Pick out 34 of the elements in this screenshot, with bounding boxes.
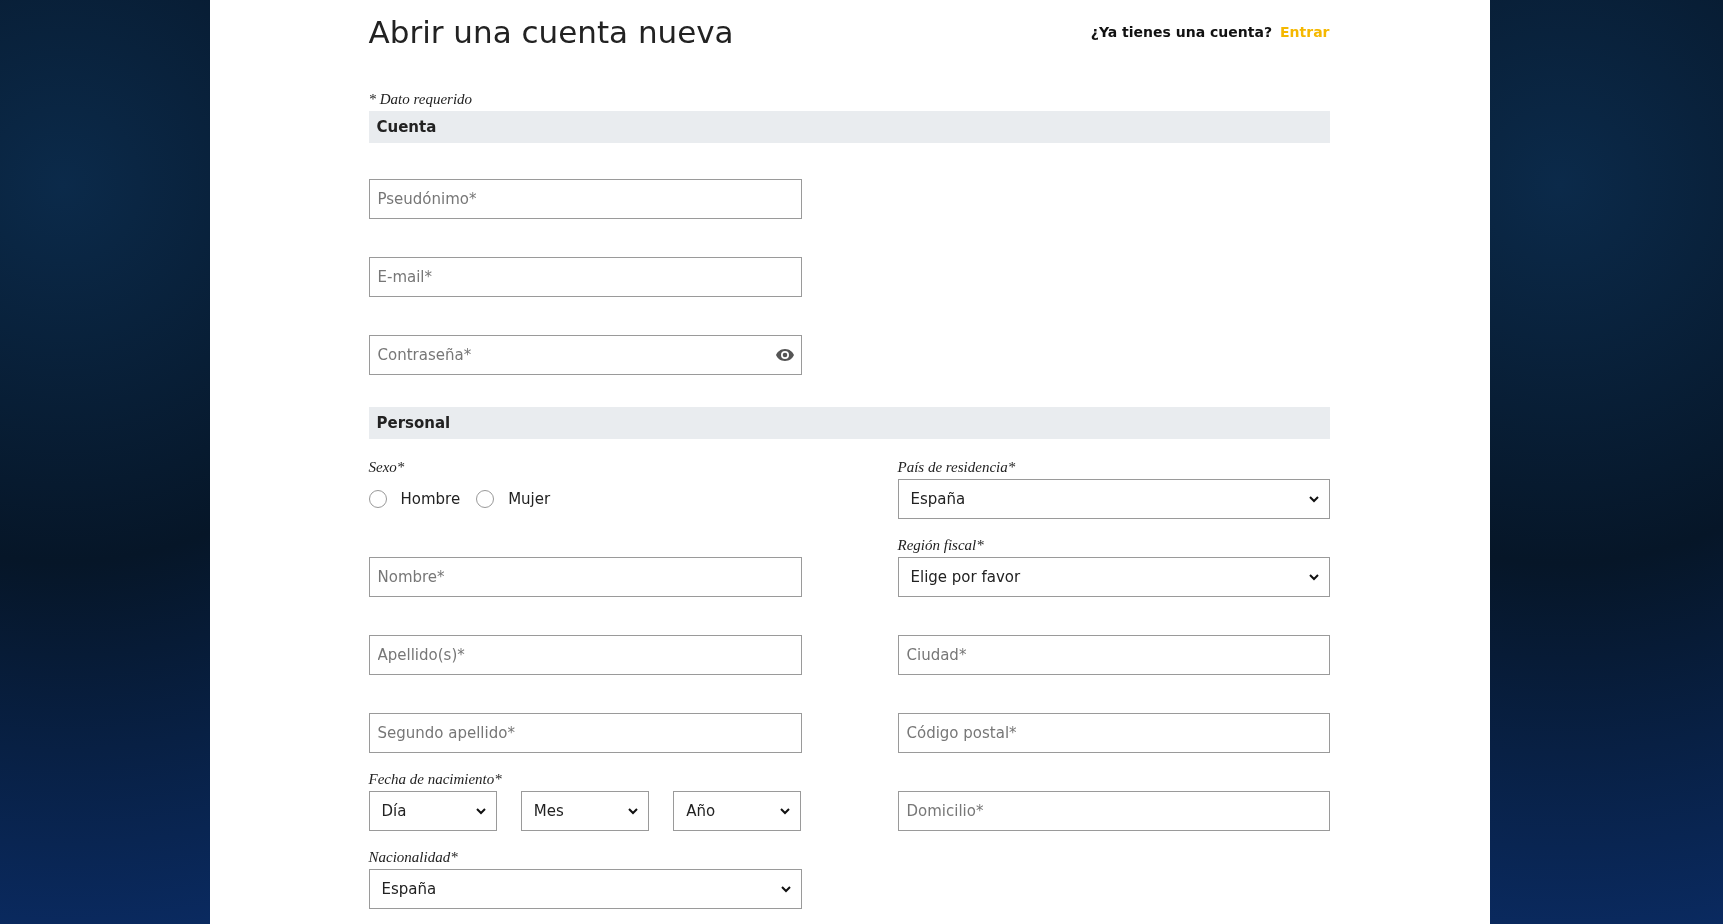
dropdown[interactable]: España <box>897 479 1330 519</box>
field-label: Región fiscal* <box>897 537 984 553</box>
dropdown[interactable]: Elige por favor <box>897 557 1330 597</box>
text-field[interactable]: Ciudad* <box>897 635 1330 675</box>
text-field[interactable]: Nombre* <box>368 557 802 597</box>
section-header: Cuenta <box>368 111 1330 143</box>
chevron-icon <box>1308 495 1319 503</box>
field-label: Fecha de nacimiento* <box>368 771 502 787</box>
dropdown[interactable]: España <box>368 869 802 909</box>
password-field[interactable]: Contraseña* <box>368 335 802 375</box>
field-label: Nacionalidad* <box>368 849 458 865</box>
chevron-icon <box>628 807 639 815</box>
chevron-icon <box>780 885 791 893</box>
eye-icon[interactable] <box>775 349 794 361</box>
chevron-icon <box>475 807 486 815</box>
text-field[interactable]: Segundo apellido* <box>368 713 802 753</box>
field-label: País de residencia* <box>897 459 1016 475</box>
text-field[interactable]: Apellido(s)* <box>368 635 802 675</box>
text-field[interactable]: Pseudónimo* <box>368 179 802 219</box>
chevron-icon <box>1308 573 1319 581</box>
radio-label[interactable]: Hombre <box>400 490 461 508</box>
dropdown[interactable]: Mes <box>520 791 650 831</box>
section-header: Personal <box>368 407 1330 439</box>
field-label: Sexo* <box>368 459 405 475</box>
text-field[interactable]: E-mail* <box>368 257 802 297</box>
text-field[interactable]: Domicilio* <box>897 791 1330 831</box>
dropdown[interactable]: Día <box>368 791 497 831</box>
page-title: Abrir una cuenta nueva <box>368 14 734 50</box>
text-field[interactable]: Código postal* <box>897 713 1330 753</box>
chevron-icon <box>780 807 791 815</box>
radio-label[interactable]: Mujer <box>508 490 551 508</box>
dropdown[interactable]: Año <box>673 791 802 831</box>
login-prompt: ¿Ya tienes una cuenta? <box>1090 24 1272 40</box>
required-note: * Dato requerido <box>368 91 474 109</box>
